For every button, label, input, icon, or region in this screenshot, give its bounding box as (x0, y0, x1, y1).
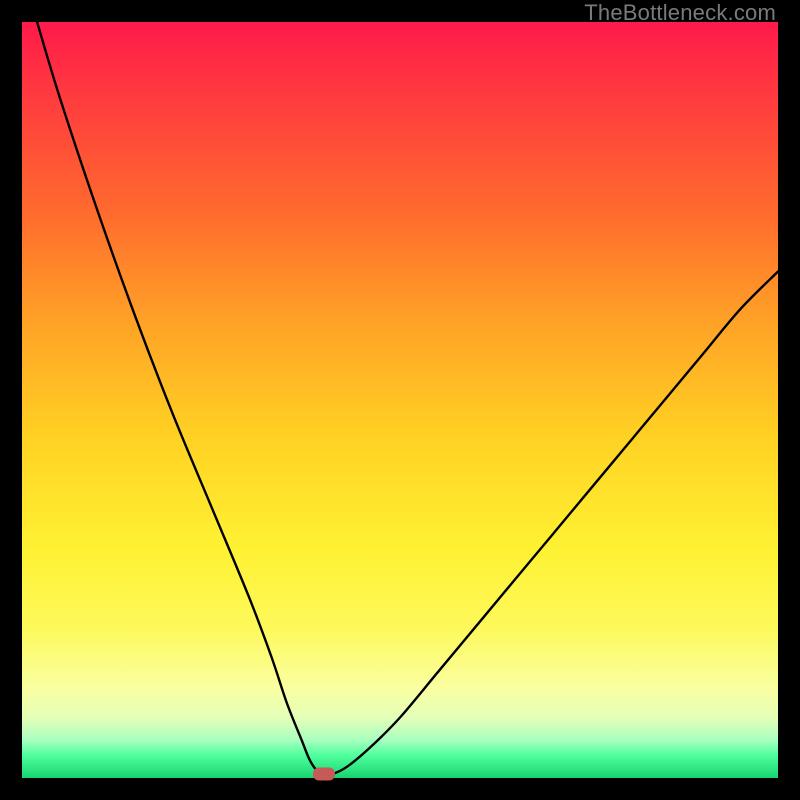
optimal-point-marker (313, 768, 335, 781)
plot-area (22, 22, 778, 778)
bottleneck-curve (22, 22, 778, 778)
chart-frame: TheBottleneck.com (0, 0, 800, 800)
